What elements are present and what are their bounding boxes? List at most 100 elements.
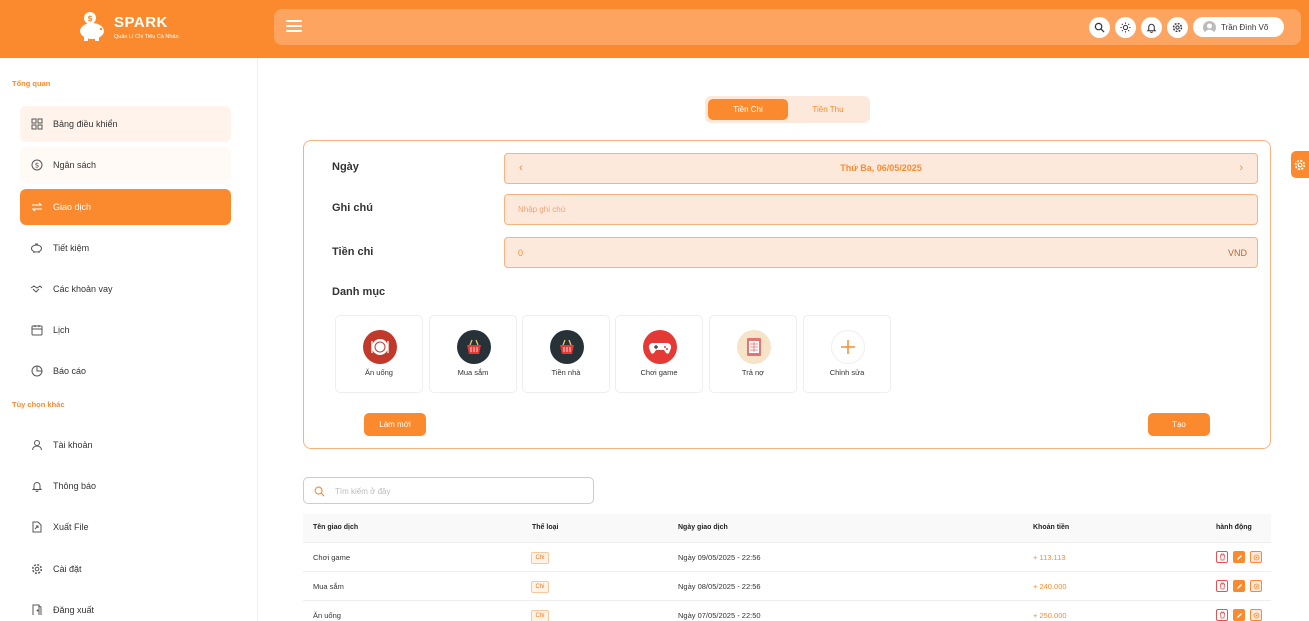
category-edit[interactable]: Chỉnh sửa [803, 315, 891, 393]
settings-drawer-gear-icon[interactable] [1291, 151, 1309, 178]
amount-input[interactable]: 0 VND [504, 237, 1258, 268]
category-label: Danh mục [332, 286, 386, 298]
sidebar-item-label: Báo cáo [53, 366, 87, 376]
sidebar-item-export[interactable]: Xuất File [20, 509, 231, 545]
column-header-type[interactable]: Thể loại [532, 524, 558, 531]
category-dining[interactable]: Ăn uống [335, 315, 423, 393]
sidebar-item-label: Tiết kiệm [53, 243, 90, 253]
sidebar-item-label: Xuất File [53, 522, 89, 532]
transaction-name: Chơi game [313, 553, 351, 562]
table-row[interactable]: Mua sắm Chi Ngày 08/05/2025 - 22:56 + 24… [303, 572, 1271, 601]
category-debt[interactable]: Trả nợ [709, 315, 797, 393]
dollar-circle-icon: $ [30, 159, 43, 172]
trash-icon[interactable] [1216, 609, 1228, 621]
pencil-icon[interactable] [1233, 609, 1245, 621]
user-icon [30, 439, 43, 452]
sidebar-item-label: Lịch [53, 325, 70, 335]
shopping-basket-icon [457, 330, 491, 364]
pencil-icon[interactable] [1233, 551, 1245, 563]
sidebar-item-label: Cài đặt [53, 564, 82, 574]
transfer-icon [30, 201, 43, 214]
date-picker[interactable]: ‹ Thứ Ba, 06/05/2025 › [504, 153, 1258, 184]
menu-icon[interactable] [286, 17, 302, 37]
search-icon[interactable] [1089, 17, 1110, 38]
category-name: Trả nợ [741, 368, 765, 377]
create-button[interactable]: Tạo [1148, 413, 1210, 436]
transaction-form [303, 140, 1271, 449]
category-shopping[interactable]: Mua sắm [429, 315, 517, 393]
sidebar-item-logout[interactable]: Đăng xuất [20, 592, 231, 621]
sidebar-item-calendar[interactable]: Lịch [20, 312, 231, 348]
user-menu[interactable]: Trần Đình Võ [1193, 17, 1284, 37]
sidebar-item-label: Giao dịch [53, 202, 92, 212]
handshake-icon [30, 283, 43, 296]
sidebar-item-reports[interactable]: Báo cáo [20, 353, 231, 389]
transaction-type-tabs: Tiền Chi Tiền Thu [705, 96, 870, 123]
grid-icon [30, 118, 43, 131]
sidebar-item-savings[interactable]: Tiết kiệm [20, 230, 231, 266]
top-header: $ SPARK Quản Lí Chi Tiêu Cá Nhân Trần Đì… [0, 0, 1309, 58]
sidebar-item-notifications[interactable]: Thông báo [20, 468, 231, 504]
date-label: Ngày [332, 161, 359, 173]
sidebar-item-budget[interactable]: $ Ngân sách [20, 147, 231, 183]
type-badge: Chi [531, 581, 549, 593]
bell-icon [30, 480, 43, 493]
view-icon[interactable] [1250, 580, 1262, 592]
reset-button[interactable]: Làm mới [364, 413, 426, 436]
sidebar-item-label: Ngân sách [53, 160, 97, 170]
column-header-amount[interactable]: Khoản tiền [1033, 524, 1069, 531]
gear-icon[interactable] [1167, 17, 1188, 38]
search-placeholder: Tìm kiếm ở đây [335, 487, 391, 496]
piggy-bank-logo-icon: $ [80, 12, 104, 41]
search-input[interactable]: Tìm kiếm ở đây [303, 477, 594, 504]
transaction-amount: + 240.000 [1033, 582, 1067, 591]
column-header-actions: hành động [1216, 524, 1252, 531]
brand-logo[interactable]: $ SPARK Quản Lí Chi Tiêu Cá Nhân [76, 8, 216, 48]
view-icon[interactable] [1250, 551, 1262, 563]
transaction-name: Ăn uống [313, 611, 341, 620]
note-placeholder: Nhập ghi chú [518, 205, 566, 214]
brand-tagline: Quản Lí Chi Tiêu Cá Nhân [114, 34, 179, 40]
note-input[interactable]: Nhập ghi chú [504, 194, 1258, 225]
plus-icon [831, 330, 865, 364]
bell-icon[interactable] [1141, 17, 1162, 38]
pie-chart-icon [30, 365, 43, 378]
note-label: Ghi chú [332, 202, 373, 214]
category-name: Chơi game [640, 368, 678, 377]
date-value: Thứ Ba, 06/05/2025 [840, 163, 922, 173]
sun-icon[interactable] [1115, 17, 1136, 38]
sidebar-item-transactions[interactable]: Giao dịch [20, 189, 231, 225]
transaction-date: Ngày 07/05/2025 - 22:50 [678, 611, 761, 620]
search-icon [314, 486, 325, 497]
transaction-amount: + 113.113 [1033, 553, 1066, 562]
tab-expense[interactable]: Tiền Chi [708, 99, 788, 120]
amount-value: 0 [518, 248, 524, 258]
tab-income[interactable]: Tiền Thu [789, 99, 867, 120]
column-header-name[interactable]: Tên giao dịch [313, 524, 358, 531]
category-rent[interactable]: Tiền nhà [522, 315, 610, 393]
sidebar-item-account[interactable]: Tài khoản [20, 427, 231, 463]
pencil-icon[interactable] [1233, 580, 1245, 592]
user-avatar-icon [1203, 20, 1216, 34]
table-row[interactable]: Ăn uống Chi Ngày 07/05/2025 - 22:50 + 25… [303, 601, 1271, 621]
transaction-date: Ngày 09/05/2025 - 22:56 [678, 553, 761, 562]
column-header-date[interactable]: Ngày giao dịch [678, 524, 728, 531]
sidebar-section-other: Tùy chọn khác [12, 400, 65, 409]
category-name: Ăn uống [365, 368, 393, 377]
sidebar-item-loans[interactable]: Các khoản vay [20, 271, 231, 307]
calendar-icon [30, 324, 43, 337]
category-gaming[interactable]: Chơi game [615, 315, 703, 393]
type-badge: Chi [531, 610, 549, 621]
type-badge: Chi [531, 552, 549, 564]
house-basket-icon [550, 330, 584, 364]
trash-icon[interactable] [1216, 551, 1228, 563]
door-icon [30, 604, 43, 617]
svg-text:$: $ [87, 14, 93, 23]
sidebar-item-dashboard[interactable]: Bảng điều khiển [20, 106, 231, 142]
view-icon[interactable] [1250, 609, 1262, 621]
sidebar-item-label: Đăng xuất [53, 605, 95, 615]
table-row[interactable]: Chơi game Chi Ngày 09/05/2025 - 22:56 + … [303, 543, 1271, 572]
chevron-right-icon[interactable]: › [1239, 162, 1243, 174]
trash-icon[interactable] [1216, 580, 1228, 592]
sidebar-item-settings[interactable]: Cài đặt [20, 551, 231, 587]
